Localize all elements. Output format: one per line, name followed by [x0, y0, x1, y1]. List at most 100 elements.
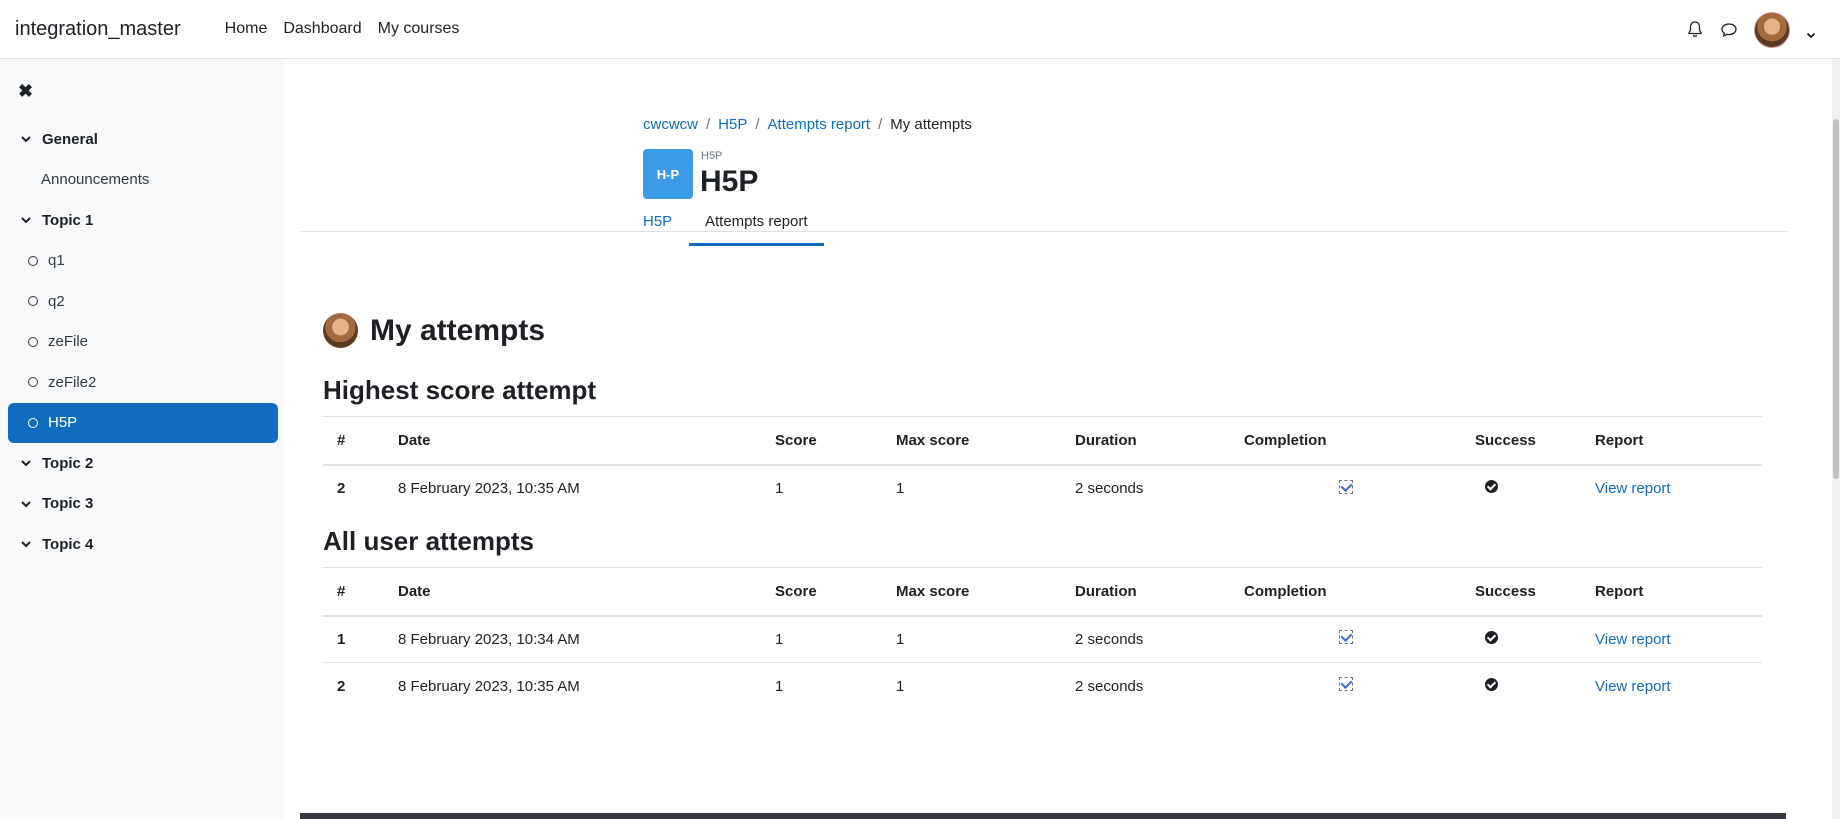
col-score: Score: [761, 567, 882, 617]
table-header-row: # Date Score Max score Duration Completi…: [323, 567, 1762, 617]
all-attempts-heading: All user attempts: [323, 526, 534, 556]
my-attempts-title: My attempts: [370, 313, 546, 347]
nav-my-courses[interactable]: My courses: [370, 20, 468, 38]
section-topic-4[interactable]: Topic 4: [8, 524, 278, 565]
activity-zefile2[interactable]: zeFile2: [8, 362, 278, 403]
course-index: General Announcements Topic 1 q1 q2 zeFi…: [8, 119, 278, 565]
site-name[interactable]: integration_master: [15, 18, 181, 41]
col-duration: Duration: [1061, 416, 1230, 466]
col-max-score: Max score: [882, 416, 1061, 466]
tab-attempts-report[interactable]: Attempts report: [689, 213, 824, 246]
completion-check-icon: [1338, 677, 1353, 692]
completion-cell: [1230, 615, 1461, 663]
success-check-icon: [1485, 677, 1498, 691]
section-label: Topic 3: [42, 495, 94, 513]
user-avatar[interactable]: [1754, 11, 1790, 48]
attempt-score: 1: [761, 615, 882, 663]
view-report-link[interactable]: View report: [1595, 480, 1671, 497]
section-topic-1[interactable]: Topic 1: [8, 200, 278, 241]
completion-circle-icon: [28, 255, 38, 266]
activity-q1[interactable]: q1: [8, 241, 278, 282]
page-scrollbar[interactable]: [1832, 59, 1840, 819]
nav-dashboard[interactable]: Dashboard: [275, 20, 369, 38]
col-completion: Completion: [1230, 416, 1461, 466]
highest-score-table: # Date Score Max score Duration Completi…: [323, 416, 1762, 512]
view-report-link[interactable]: View report: [1595, 678, 1671, 695]
close-icon[interactable]: ✖: [18, 81, 33, 102]
attempt-duration: 2 seconds: [1075, 480, 1144, 497]
section-label: Topic 4: [42, 535, 94, 553]
col-date: Date: [384, 416, 761, 466]
breadcrumb-separator: /: [878, 116, 883, 133]
activity-h5p[interactable]: H5P: [8, 402, 278, 443]
completion-cell: [1230, 465, 1461, 512]
success-check-icon: [1485, 480, 1498, 493]
section-topic-3[interactable]: Topic 3: [8, 484, 278, 525]
table-row: 2 8 February 2023, 10:35 AM 1 1 2 second…: [323, 663, 1762, 710]
activity-zefile[interactable]: zeFile: [8, 322, 278, 363]
completion-circle-icon: [28, 296, 38, 307]
secondary-navigation: H5P Attempts report: [301, 199, 1787, 246]
chevron-down-icon[interactable]: [20, 498, 32, 510]
highest-score-heading: Highest score attempt: [323, 375, 597, 405]
success-cell: [1461, 663, 1581, 710]
breadcrumb-course[interactable]: cwcwcw: [643, 116, 698, 133]
attempt-max-score: 1: [896, 677, 905, 695]
chevron-down-icon[interactable]: [20, 538, 32, 550]
breadcrumb-activity[interactable]: H5P: [718, 116, 747, 133]
completion-circle-icon: [28, 336, 38, 347]
tab-h5p[interactable]: H5P: [643, 213, 672, 230]
completion-check-icon: [1338, 479, 1353, 494]
col-completion: Completion: [1230, 567, 1461, 617]
col-report: Report: [1581, 416, 1762, 466]
h5p-activity-icon: H-P: [643, 149, 693, 199]
nav-home[interactable]: Home: [217, 20, 276, 38]
activity-label: q2: [48, 292, 65, 310]
table-row: 1 8 February 2023, 10:34 AM 1 1 2 second…: [323, 615, 1762, 663]
top-navbar: integration_master Home Dashboard My cou…: [0, 0, 1840, 59]
section-topic-2[interactable]: Topic 2: [8, 443, 278, 484]
col-date: Date: [384, 567, 761, 617]
section-label: Topic 1: [42, 211, 94, 229]
attempt-score: 1: [775, 480, 784, 497]
activity-label: zeFile: [48, 333, 89, 351]
section-label: General: [42, 130, 98, 148]
col-number: #: [323, 416, 384, 466]
activity-label: Announcements: [41, 171, 150, 189]
user-avatar: [323, 313, 358, 348]
breadcrumb-attempts-report[interactable]: Attempts report: [768, 116, 871, 133]
chevron-down-icon[interactable]: [20, 457, 32, 469]
breadcrumb-separator: /: [755, 116, 760, 133]
section-general[interactable]: General: [8, 119, 278, 160]
chevron-down-icon[interactable]: [1806, 25, 1816, 38]
success-cell: [1461, 465, 1581, 512]
view-report-link[interactable]: View report: [1595, 631, 1671, 648]
bell-icon[interactable]: [1686, 21, 1704, 39]
col-success: Success: [1461, 567, 1581, 617]
table-header-row: # Date Score Max score Duration Completi…: [323, 416, 1762, 466]
section-label: Topic 2: [42, 454, 94, 472]
attempt-number: 2: [337, 480, 346, 497]
activity-q2[interactable]: q2: [8, 281, 278, 322]
success-cell: [1461, 615, 1581, 663]
report-cell: View report: [1581, 465, 1762, 512]
chevron-down-icon[interactable]: [20, 133, 32, 145]
success-check-icon: [1485, 630, 1498, 644]
attempt-duration: 2 seconds: [1061, 615, 1230, 663]
activity-announcements[interactable]: Announcements: [8, 160, 278, 201]
col-score: Score: [761, 416, 882, 466]
activity-label: H5P: [48, 414, 78, 432]
module-type-label: H5P: [701, 150, 723, 162]
course-index-drawer: ✖ General Announcements Topic 1 q1 q2 ze…: [0, 59, 284, 819]
col-success: Success: [1461, 416, 1581, 466]
col-max-score: Max score: [882, 567, 1061, 617]
attempt-number: 1: [323, 615, 384, 663]
chevron-down-icon[interactable]: [20, 214, 32, 226]
col-report: Report: [1581, 567, 1762, 617]
scrollbar-thumb[interactable]: [1833, 119, 1839, 479]
footer-bar: [300, 813, 1786, 819]
attempt-date: 8 February 2023, 10:35 AM: [398, 677, 580, 695]
report-cell: View report: [1581, 663, 1762, 710]
chat-icon[interactable]: [1720, 21, 1738, 39]
table-row: 2 8 February 2023, 10:35 AM 1 1 2 second…: [323, 465, 1762, 512]
